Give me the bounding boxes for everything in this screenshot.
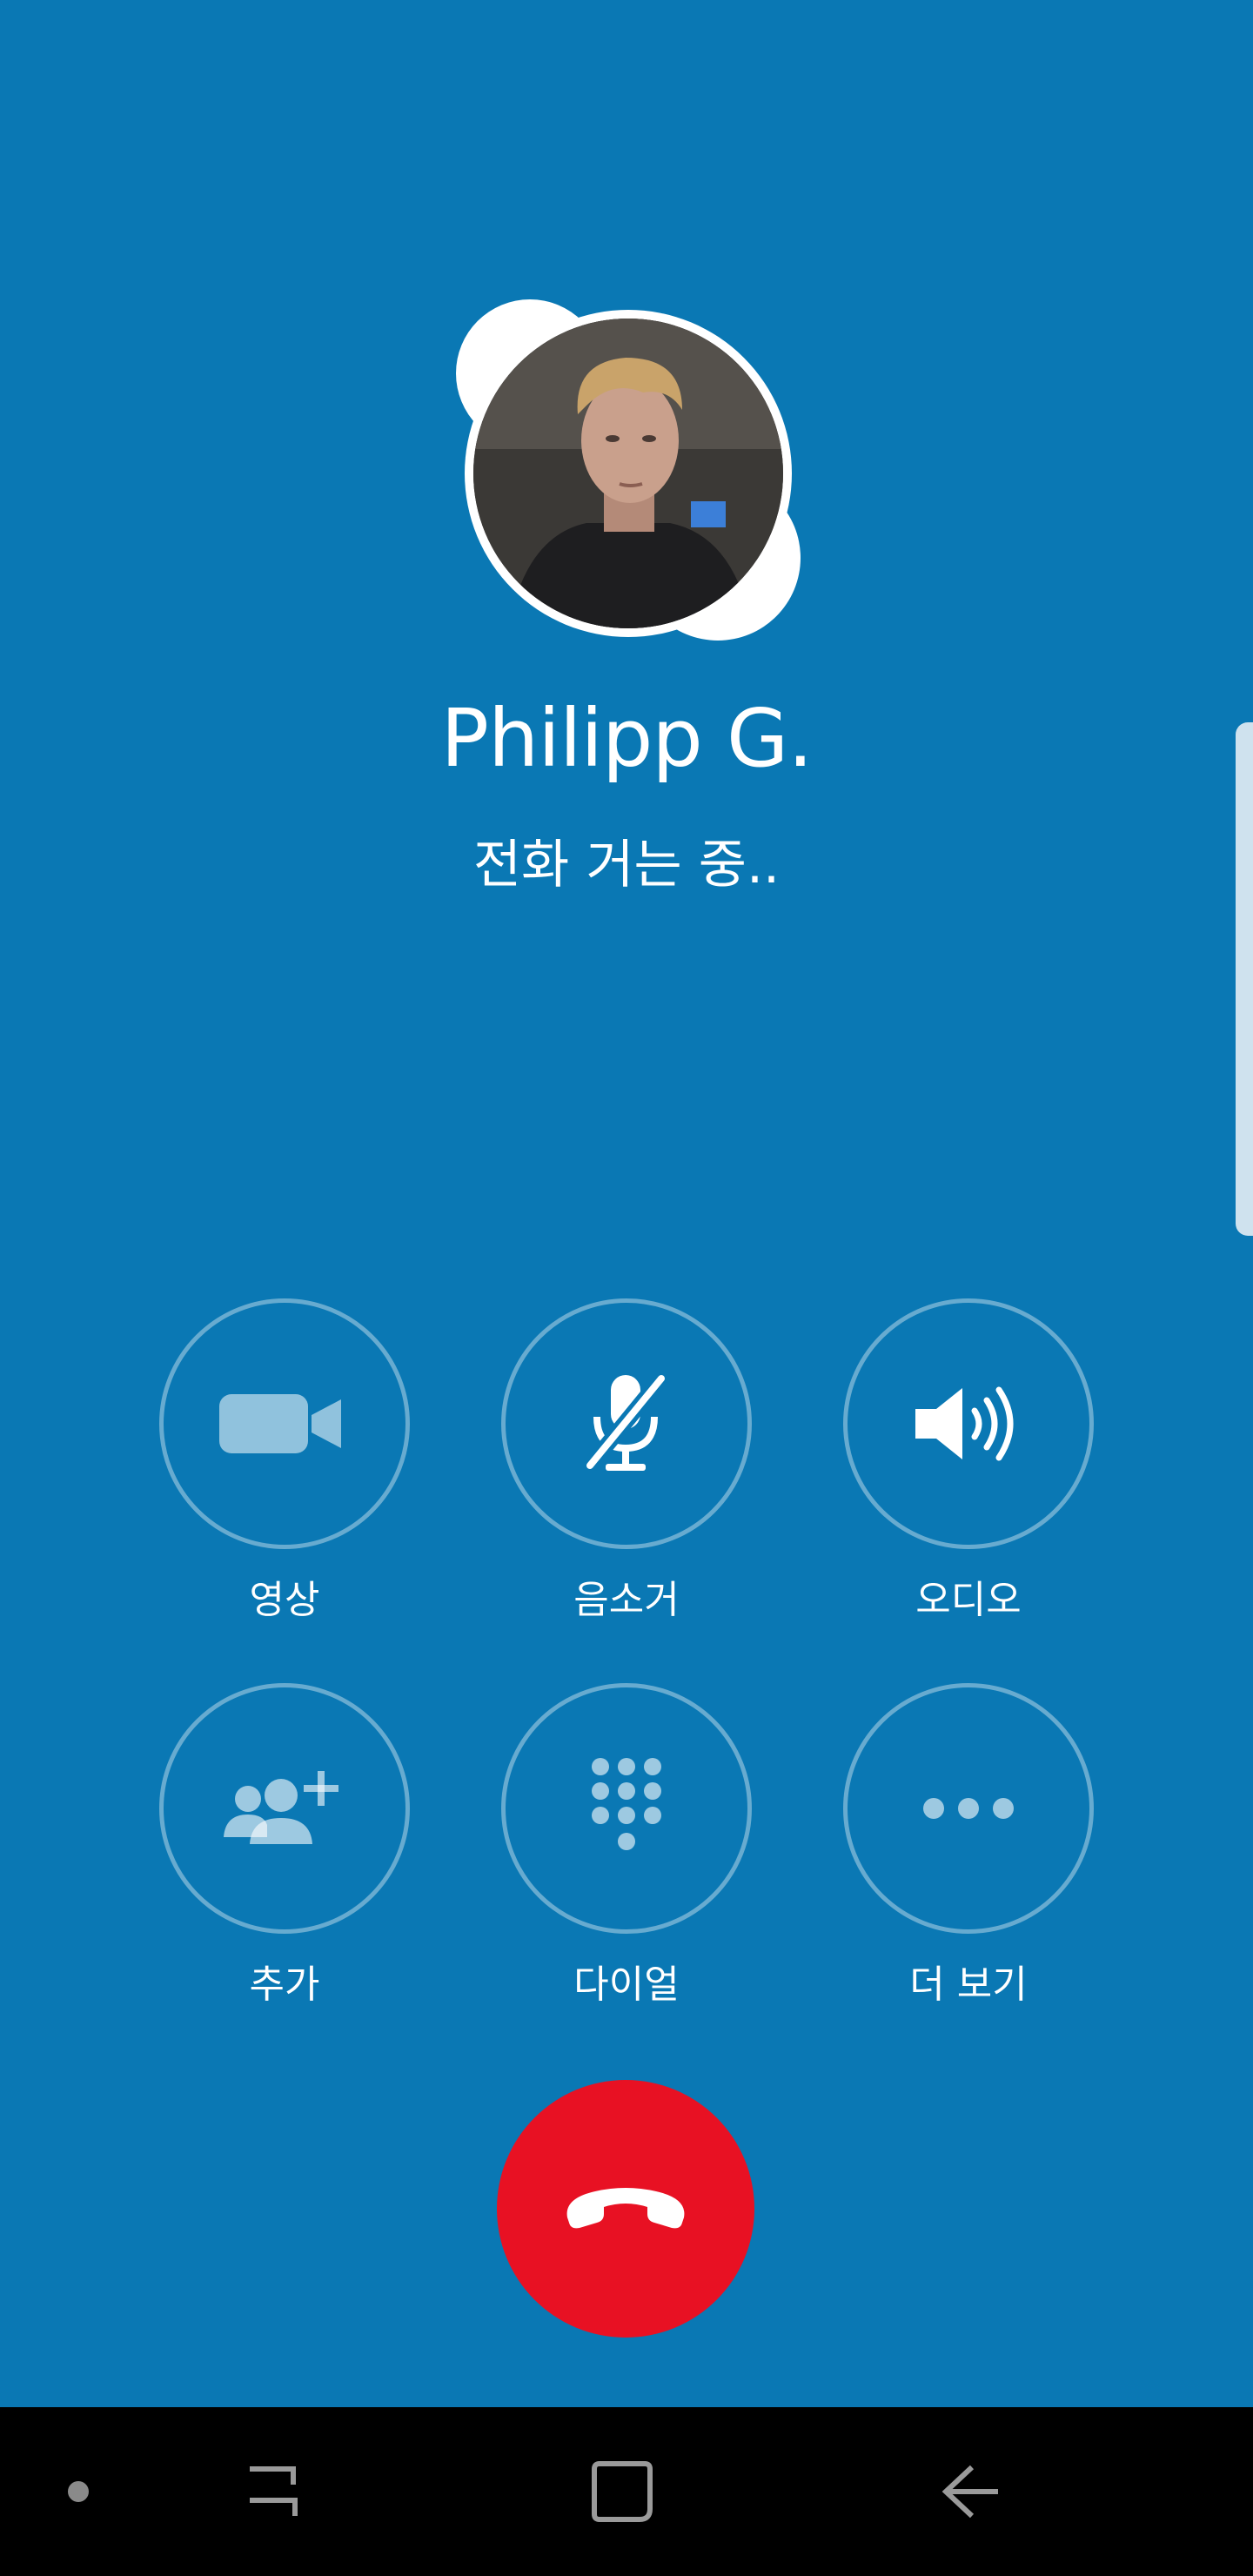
more-dots-icon [923,1798,1014,1819]
dialpad-label: 다이얼 [573,1962,680,2007]
end-call-button[interactable] [497,2080,754,2338]
video-button[interactable]: 영상 [154,1298,415,1624]
hang-up-phone-icon [566,2188,685,2229]
video-button-circle[interactable] [159,1298,410,1549]
more-label: 더 보기 [909,1962,1028,2007]
person-photo-icon [473,319,783,628]
system-navigation-bar [0,2407,1253,2576]
caller-name: Philipp G. [440,692,813,785]
call-screen: Philipp G. 전화 거는 중.. 영상 음소거 오디오 추가 다이얼 더… [0,0,1253,2407]
more-button[interactable]: 더 보기 [838,1683,1099,2009]
home-icon[interactable] [574,2407,670,2576]
avatar-ring [465,310,792,637]
mute-button[interactable]: 음소거 [496,1298,757,1624]
dialpad-icon [592,1758,661,1850]
speaker-icon [915,1386,1014,1461]
audio-button[interactable]: 오디오 [838,1298,1099,1624]
dialpad-button[interactable]: 다이얼 [496,1683,757,2009]
more-circle[interactable] [843,1683,1094,1934]
add-people-icon [224,1771,338,1844]
mute-label: 음소거 [573,1578,680,1622]
audio-button-circle[interactable] [843,1298,1094,1549]
back-icon[interactable] [922,2407,1018,2576]
recent-apps-icon[interactable] [226,2407,322,2576]
add-participant-circle[interactable] [159,1683,410,1934]
add-label: 추가 [249,1962,320,2007]
microphone-muted-icon [584,1373,667,1471]
add-participant-button[interactable]: 추가 [154,1683,415,2009]
video-camera-icon [219,1394,341,1453]
mute-button-circle[interactable] [501,1298,752,1549]
avatar-photo [473,319,783,628]
audio-label: 오디오 [915,1578,1022,1622]
side-panel-handle[interactable] [1236,722,1253,1236]
dialpad-circle[interactable] [501,1683,752,1934]
video-label: 영상 [249,1578,320,1622]
caller-avatar [444,292,809,658]
dot-icon[interactable] [44,2407,113,2576]
call-status: 전화 거는 중.. [472,835,781,896]
